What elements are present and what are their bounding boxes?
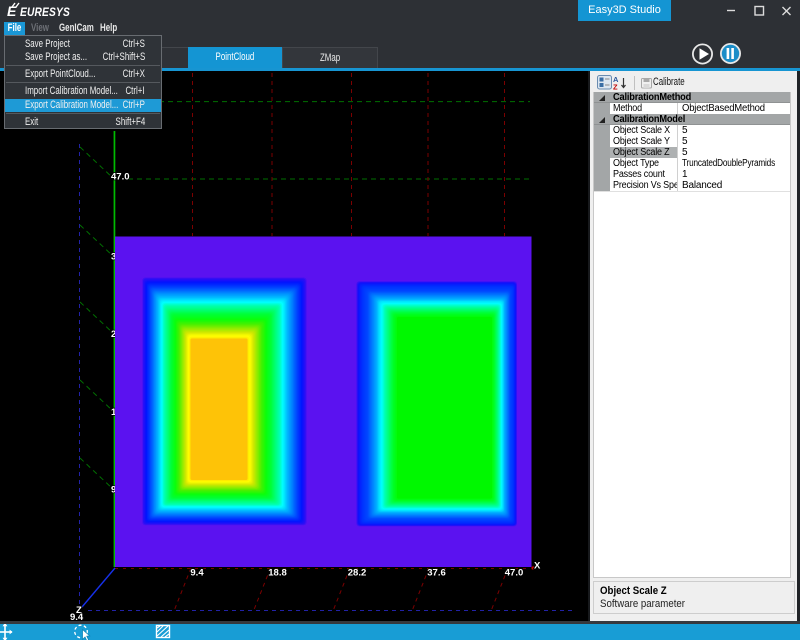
svg-text:18.8: 18.8 — [268, 568, 287, 579]
svg-text:X: X — [534, 561, 541, 572]
svg-text:28.2: 28.2 — [348, 568, 367, 579]
svg-text:9.4: 9.4 — [70, 612, 84, 621]
svg-text:37.6: 37.6 — [427, 568, 446, 579]
svg-text:9.4: 9.4 — [190, 568, 204, 579]
svg-text:Z: Z — [613, 83, 618, 92]
svg-text:47.0: 47.0 — [111, 172, 130, 183]
svg-text:47.0: 47.0 — [505, 568, 524, 579]
